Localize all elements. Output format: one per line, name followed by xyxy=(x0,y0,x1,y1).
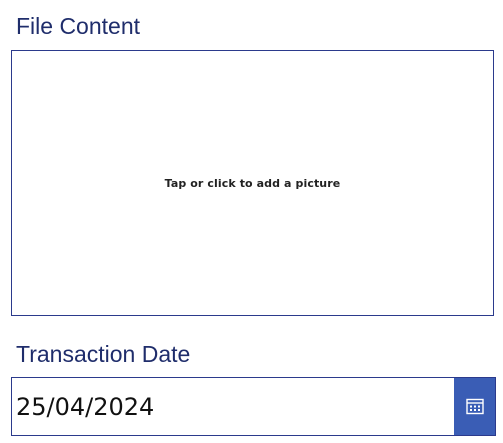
calendar-button[interactable] xyxy=(454,378,495,435)
add-picture-area[interactable]: Tap or click to add a picture xyxy=(11,50,494,316)
transaction-date-picker: 25/04/2024 xyxy=(11,377,496,436)
file-content-label: File Content xyxy=(16,13,141,39)
transaction-date-input[interactable]: 25/04/2024 xyxy=(12,378,454,435)
add-picture-hint: Tap or click to add a picture xyxy=(164,176,341,190)
calendar-icon xyxy=(465,398,484,415)
transaction-date-label: Transaction Date xyxy=(16,341,191,367)
